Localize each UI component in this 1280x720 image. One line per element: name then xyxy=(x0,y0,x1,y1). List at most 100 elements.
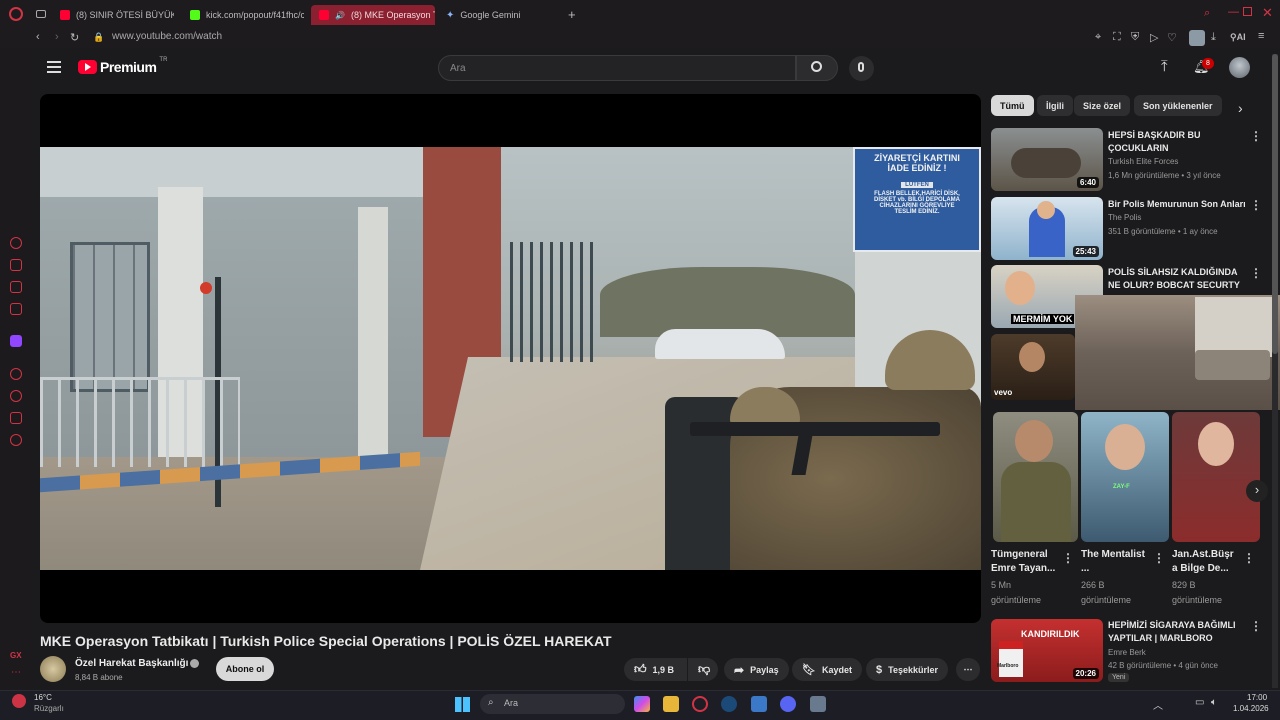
steam-icon[interactable] xyxy=(721,696,737,712)
file-explorer-icon[interactable] xyxy=(663,696,679,712)
subscribe-button[interactable]: Abone ol xyxy=(216,657,274,681)
miniplayer-overlay[interactable] xyxy=(1075,295,1280,410)
close-icon[interactable]: ✕ xyxy=(1262,5,1273,21)
kebab-menu-icon[interactable]: ⋮ xyxy=(1243,551,1255,565)
tab-sinir-otesi[interactable]: (8) SINIR ÖTESİ BÜYÜK O xyxy=(52,5,174,25)
search-tabs-icon[interactable]: ⌕ xyxy=(1204,7,1210,20)
related-title[interactable]: HEPİMİZİ SİGARAYA BAĞIMLI YAPTILAR | MAR… xyxy=(1108,619,1248,645)
app-icon[interactable] xyxy=(810,696,826,712)
sidebar-ai-icon[interactable] xyxy=(10,237,22,249)
clock-date[interactable]: 1.04.2026 xyxy=(1233,704,1269,713)
channel-name[interactable]: Özel Harekat Başkanlığı xyxy=(75,658,188,669)
short-thumbnail[interactable] xyxy=(1172,412,1260,542)
shorts-next-button[interactable]: › xyxy=(1246,480,1268,502)
short-title[interactable]: The Mentalist ... xyxy=(1081,548,1147,576)
voice-search-button[interactable] xyxy=(849,56,874,81)
short-title[interactable]: Tümgeneral Emre Tayan... xyxy=(991,548,1057,576)
kebab-menu-icon[interactable]: ⋮ xyxy=(1250,619,1262,633)
kebab-menu-icon[interactable]: ⋮ xyxy=(1062,551,1074,565)
like-button[interactable]: 👍︎ 1,9 B xyxy=(624,658,687,681)
short-badge: ZAY-F xyxy=(1113,484,1130,490)
related-thumbnail[interactable]: KANDIRILDIK Marlboro 20:26 xyxy=(991,619,1103,682)
search-button[interactable] xyxy=(796,55,838,81)
hamburger-menu-icon[interactable] xyxy=(47,61,61,73)
tab-overview-icon[interactable] xyxy=(36,10,46,18)
url-field[interactable]: www.youtube.com/watch xyxy=(112,31,222,42)
kebab-menu-icon[interactable]: ⋮ xyxy=(1153,551,1165,565)
shield-icon[interactable]: ⛨ xyxy=(1131,31,1139,44)
windows-start-icon[interactable] xyxy=(455,697,470,712)
tab-kick[interactable]: kick.com/popout/f41fhc/c xyxy=(182,5,304,25)
gemini-favicon-icon: ✦ xyxy=(446,9,455,21)
download-icon[interactable]: ⤓ xyxy=(1211,31,1216,44)
minimize-icon[interactable]: — xyxy=(1228,6,1239,18)
short-thumbnail[interactable] xyxy=(993,412,1078,542)
weather-icon[interactable] xyxy=(12,694,26,708)
ai-icon[interactable]: ⚲AI xyxy=(1230,32,1246,43)
forward-icon[interactable]: › xyxy=(55,31,59,43)
save-button[interactable]: 🔖︎ Kaydet xyxy=(792,658,862,681)
sidebar-twitch-icon[interactable] xyxy=(10,335,22,347)
kebab-menu-icon[interactable]: ⋮ xyxy=(1250,198,1262,212)
clock-time[interactable]: 17:00 xyxy=(1247,693,1267,702)
kebab-menu-icon[interactable]: ⋮ xyxy=(1250,129,1262,143)
opera-logo-icon[interactable] xyxy=(9,7,23,21)
sidebar-settings-icon[interactable] xyxy=(10,434,22,446)
dislike-button[interactable]: 👎︎ xyxy=(688,658,718,681)
short-thumbnail[interactable]: ZAY-F xyxy=(1081,412,1169,542)
related-channel[interactable]: Emre Berk xyxy=(1108,648,1146,657)
thanks-button[interactable]: $ Teşekkürler xyxy=(866,658,948,681)
volume-icon[interactable]: 🔈︎ xyxy=(1211,697,1217,708)
sidebar-extensions-icon[interactable] xyxy=(10,412,22,424)
share-button[interactable]: ➦ Paylaş xyxy=(724,658,789,681)
related-title[interactable]: Bir Polis Memurunun Son Anları xyxy=(1108,198,1248,211)
screen-capture-icon[interactable] xyxy=(751,696,767,712)
short-title[interactable]: Jan.Ast.Büşr a Bilge De... xyxy=(1172,548,1238,576)
network-icon[interactable]: ▭ xyxy=(1195,697,1204,708)
sidebar-player-icon[interactable] xyxy=(10,368,22,380)
tab-gemini[interactable]: ✦ Google Gemini xyxy=(438,5,560,25)
chip-recent[interactable]: Son yüklenenler xyxy=(1134,95,1222,116)
play-icon[interactable]: ▷ xyxy=(1150,31,1158,44)
related-thumbnail[interactable]: 25:43 xyxy=(991,197,1103,260)
sidebar-more-icon[interactable]: ⋯ xyxy=(11,667,21,678)
chip-related[interactable]: İlgili xyxy=(1037,95,1073,116)
pin-icon[interactable]: ⌖ xyxy=(1095,31,1101,44)
chevron-right-icon[interactable]: › xyxy=(1238,100,1243,116)
related-channel[interactable]: The Polis xyxy=(1108,213,1141,222)
tab-mke-operasyon[interactable]: 🔊 (8) MKE Operasyon Ta xyxy=(311,5,435,25)
tray-chevron-icon[interactable]: ︿ xyxy=(1153,697,1163,712)
menu-icon[interactable]: ≡ xyxy=(1258,30,1264,42)
duration-badge: 6:40 xyxy=(1076,177,1099,188)
taskbar-search-input[interactable]: ⌕ Ara xyxy=(480,694,625,714)
chip-for-you[interactable]: Size özel xyxy=(1074,95,1131,116)
page-scrollbar[interactable] xyxy=(1272,54,1278,688)
related-channel[interactable]: Turkish Elite Forces xyxy=(1108,157,1178,166)
sidebar-messenger-icon[interactable] xyxy=(10,303,22,315)
search-input[interactable]: Ara xyxy=(438,55,796,81)
youtube-logo[interactable]: Premium TR xyxy=(78,57,167,75)
upload-icon[interactable]: ⤒ xyxy=(1161,58,1168,75)
sidebar-bag-icon[interactable] xyxy=(10,259,22,271)
sidebar-game-icon[interactable] xyxy=(10,281,22,293)
opera-gx-icon[interactable] xyxy=(692,696,708,712)
channel-avatar[interactable] xyxy=(40,656,66,682)
discord-icon[interactable] xyxy=(780,696,796,712)
chip-all[interactable]: Tümü xyxy=(991,95,1034,116)
profile-avatar[interactable] xyxy=(1189,30,1205,46)
maximize-icon[interactable] xyxy=(1243,7,1252,16)
kebab-menu-icon[interactable]: ⋮ xyxy=(1250,266,1262,280)
account-avatar[interactable] xyxy=(1229,57,1250,78)
new-tab-icon[interactable]: + xyxy=(568,7,576,22)
sidebar-history-icon[interactable] xyxy=(10,390,22,402)
related-thumbnail[interactable]: vevo xyxy=(991,334,1075,400)
more-actions-button[interactable]: ⋯ xyxy=(956,658,980,681)
heart-icon[interactable]: ♡ xyxy=(1167,31,1177,44)
reload-icon[interactable]: ↻ xyxy=(70,31,79,44)
related-thumbnail[interactable]: 6:40 xyxy=(991,128,1103,191)
related-title[interactable]: HEPSİ BAŞKADIR BU ÇOCUKLARIN xyxy=(1108,129,1248,155)
snapshot-icon[interactable]: ⛶ xyxy=(1113,31,1121,44)
back-icon[interactable]: ‹ xyxy=(36,31,40,43)
copilot-icon[interactable] xyxy=(634,696,650,712)
video-player[interactable]: ZİYARETÇİ KARTINI İADE EDİNİZ ! LÜTFEN F… xyxy=(40,94,981,623)
